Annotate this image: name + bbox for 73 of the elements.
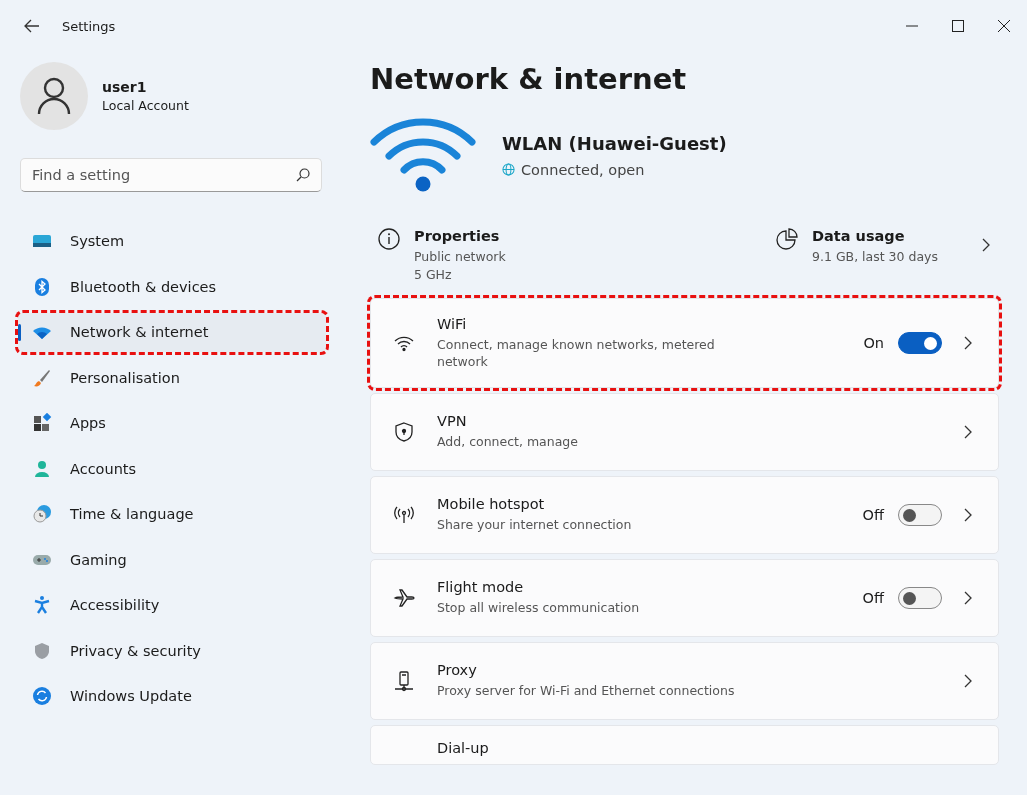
toggle-state-label: Off bbox=[862, 590, 884, 606]
setting-card[interactable]: VPN Add, connect, manage bbox=[370, 393, 999, 471]
sidebar-item[interactable]: Accounts bbox=[18, 449, 326, 488]
toggle-switch[interactable] bbox=[898, 504, 942, 526]
sidebar-item[interactable]: Personalisation bbox=[18, 358, 326, 397]
toggle-switch[interactable] bbox=[898, 587, 942, 609]
page-title: Network & internet bbox=[370, 62, 688, 96]
apps-icon bbox=[32, 413, 52, 434]
chevron-right-icon bbox=[964, 674, 972, 688]
minimize-icon bbox=[906, 25, 918, 27]
shield-lock-icon bbox=[393, 421, 415, 443]
sidebar-item[interactable]: Bluetooth & devices bbox=[18, 267, 326, 306]
chevron-right-icon bbox=[964, 508, 972, 522]
sidebar-item[interactable]: Time & language bbox=[18, 495, 326, 534]
clock-globe-icon bbox=[32, 504, 52, 525]
antenna-icon bbox=[393, 504, 415, 526]
setting-description: Add, connect, manage bbox=[437, 433, 579, 451]
sidebar-item[interactable]: Gaming bbox=[18, 540, 326, 579]
chevron-right-icon bbox=[982, 238, 990, 253]
maximize-icon bbox=[952, 20, 964, 32]
refresh-icon bbox=[32, 686, 52, 707]
chevron-right-icon bbox=[964, 425, 972, 439]
search-field[interactable]: Find a setting bbox=[20, 158, 322, 192]
setting-card[interactable]: Flight mode Stop all wireless communication Off bbox=[370, 559, 999, 637]
setting-description: Connect, manage known networks, metered network bbox=[437, 335, 716, 371]
connection-name: WLAN (Huawei-Guest) bbox=[502, 132, 727, 154]
person-icon bbox=[32, 458, 52, 479]
globe-icon bbox=[502, 163, 515, 176]
setting-title: WiFi bbox=[437, 315, 468, 332]
property-value: Public network bbox=[414, 248, 506, 266]
sidebar-item[interactable]: System bbox=[18, 222, 326, 261]
setting-description: Stop all wireless communication bbox=[437, 599, 641, 617]
toggle-state-label: Off bbox=[862, 507, 884, 523]
paintbrush-icon bbox=[32, 367, 52, 388]
setting-title: Dial-up bbox=[437, 740, 489, 756]
search-icon bbox=[296, 168, 310, 182]
back-arrow-icon bbox=[24, 19, 40, 33]
setting-title: VPN bbox=[437, 413, 468, 430]
sidebar-item[interactable]: Network & internet bbox=[18, 313, 326, 352]
user-name: user1 bbox=[102, 79, 148, 95]
setting-title: Proxy bbox=[437, 662, 478, 679]
account-type: Local Account bbox=[102, 98, 189, 113]
data-usage-link[interactable]: Data usage 9.1 GB, last 30 days bbox=[776, 228, 990, 266]
server-icon bbox=[393, 670, 415, 692]
window-title: Settings bbox=[62, 18, 116, 34]
toggle-switch[interactable] bbox=[898, 332, 942, 354]
setting-description: Proxy server for Wi-Fi and Ethernet connections bbox=[437, 682, 736, 700]
setting-title: Mobile hotspot bbox=[437, 496, 546, 513]
setting-description: Share your internet connection bbox=[437, 516, 633, 534]
properties-title: Properties bbox=[414, 228, 501, 244]
sidebar-item[interactable]: Apps bbox=[18, 404, 326, 443]
setting-card[interactable]: Dial-up bbox=[370, 725, 999, 765]
wifi-icon bbox=[370, 118, 476, 192]
pie-chart-icon bbox=[776, 228, 799, 250]
setting-card[interactable]: WiFi Connect, manage known networks, metered network On bbox=[370, 298, 999, 388]
setting-card[interactable]: Proxy Proxy server for Wi-Fi and Ethernet connections bbox=[370, 642, 999, 720]
bluetooth-icon bbox=[32, 276, 52, 297]
airplane-icon bbox=[393, 587, 415, 609]
person-icon bbox=[37, 77, 71, 115]
property-value: 5 GHz bbox=[414, 265, 453, 283]
sidebar-item[interactable]: Accessibility bbox=[18, 586, 326, 625]
connection-status: Connected, open bbox=[521, 161, 645, 178]
sidebar-item[interactable]: Privacy & security bbox=[18, 631, 326, 670]
toggle-state-label: On bbox=[863, 335, 884, 351]
chevron-right-icon bbox=[964, 591, 972, 605]
sidebar-item[interactable]: Windows Update bbox=[18, 677, 326, 716]
shield-icon bbox=[32, 640, 52, 661]
info-icon bbox=[378, 228, 400, 250]
setting-card[interactable]: Mobile hotspot Share your internet connection Off bbox=[370, 476, 999, 554]
accessibility-icon bbox=[32, 595, 52, 616]
chevron-right-icon bbox=[964, 336, 972, 350]
close-icon bbox=[998, 20, 1010, 32]
setting-title: Flight mode bbox=[437, 579, 525, 596]
